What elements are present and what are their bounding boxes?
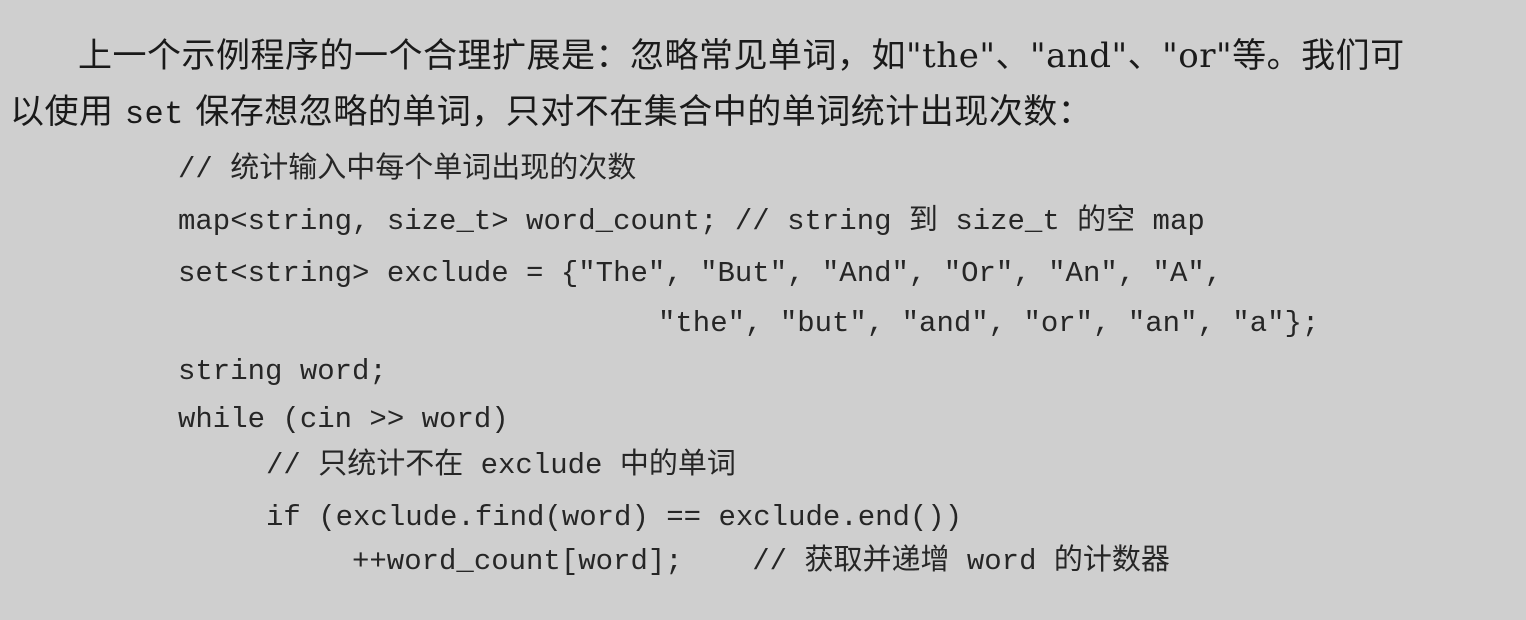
code-line-8: if (exclude.find(word) == exclude.end()): [266, 501, 963, 534]
code-line-9: ++word_count[word]; // 获取并递增 word 的计数器: [352, 545, 1170, 578]
paragraph-line-2-end: 保存想忽略的单词，只对不在集合中的单词统计出现次数：: [183, 92, 1093, 132]
paragraph-line-2-start: 以使用: [10, 92, 125, 132]
paragraph-line-2: 以使用 set 保存想忽略的单词，只对不在集合中的单词统计出现次数：: [10, 84, 1510, 143]
code-line-1: // 统计输入中每个单词出现的次数: [178, 153, 637, 186]
code-line-3: set<string> exclude = {"The", "But", "An…: [178, 257, 1223, 290]
code-line-7: // 只统计不在 exclude 中的单词: [266, 449, 736, 482]
code-line-6: while (cin >> word): [178, 403, 509, 436]
code-line-2: map<string, size_t> word_count; // strin…: [178, 205, 1205, 238]
paragraph-line-1: 上一个示例程序的一个合理扩展是：忽略常见单词，如"the"、"and"、"or"…: [78, 36, 1405, 76]
code-line-5: string word;: [178, 355, 387, 388]
inline-code-set: set: [124, 96, 184, 133]
book-page: 上一个示例程序的一个合理扩展是：忽略常见单词，如"the"、"and"、"or"…: [0, 0, 1526, 620]
intro-paragraph: 上一个示例程序的一个合理扩展是：忽略常见单词，如"the"、"and"、"or"…: [10, 28, 1510, 143]
code-line-4: "the", "but", "and", "or", "an", "a"};: [658, 307, 1320, 340]
